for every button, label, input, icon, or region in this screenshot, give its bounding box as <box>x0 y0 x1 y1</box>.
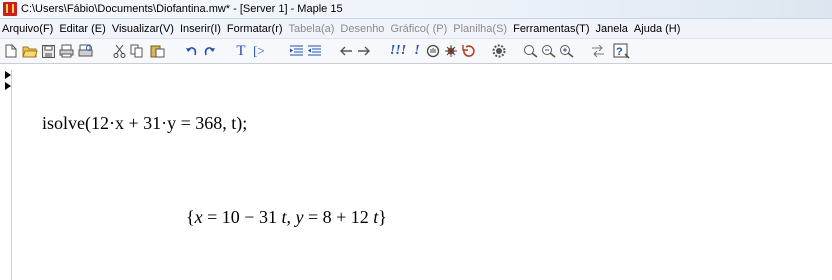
debug-icon[interactable] <box>443 43 459 59</box>
execute-all-icon[interactable]: !!! <box>388 43 408 59</box>
new-document-icon[interactable] <box>4 43 18 59</box>
forward-arrow-icon[interactable] <box>356 43 372 59</box>
menu-editar[interactable]: Editar (E) <box>56 23 108 35</box>
back-arrow-icon[interactable] <box>338 43 354 59</box>
print-preview-icon[interactable] <box>77 43 93 59</box>
svg-text:?: ? <box>616 46 623 58</box>
restart-icon[interactable] <box>461 43 477 59</box>
menu-ajuda[interactable]: Ajuda (H) <box>631 23 683 35</box>
output-open-brace: { <box>186 207 195 227</box>
window-title: C:\Users\Fábio\Documents\Diofantina.mw* … <box>21 3 343 15</box>
toggle-icon[interactable] <box>590 43 606 59</box>
toolbar: T [> !!! ! ? <box>0 39 832 64</box>
menu-arquivo[interactable]: Arquivo(F) <box>0 23 56 35</box>
copy-icon[interactable] <box>130 43 144 59</box>
text-mode-icon[interactable]: T <box>234 43 248 59</box>
zoom-150-icon[interactable] <box>540 43 556 59</box>
menu-tabela[interactable]: Tabela(a) <box>286 23 338 35</box>
output-x-eq: = 10 − 31 <box>202 207 282 227</box>
open-folder-icon[interactable] <box>22 43 38 59</box>
menu-planilha[interactable]: Planilha(S) <box>450 23 510 35</box>
menu-bar: Arquivo(F) Editar (E) Visualizar(V) Inse… <box>0 19 832 39</box>
zoom-200-icon[interactable] <box>558 43 574 59</box>
paste-icon[interactable] <box>149 43 165 59</box>
worksheet-area[interactable] <box>0 64 832 280</box>
menu-visualizar[interactable]: Visualizar(V) <box>109 23 177 35</box>
redo-icon[interactable] <box>202 43 216 59</box>
menu-grafico[interactable]: Gráfico( (P) <box>387 23 450 35</box>
stop-icon[interactable] <box>425 43 441 59</box>
output-close-brace: } <box>378 207 387 227</box>
print-icon[interactable] <box>58 43 74 59</box>
menu-inserir[interactable]: Inserir(I) <box>177 23 224 35</box>
cut-icon[interactable] <box>112 43 126 59</box>
menu-janela[interactable]: Janela <box>593 23 631 35</box>
math-output: {x = 10 − 31 t, y = 8 + 12 t} <box>186 207 387 228</box>
execution-group-bracket <box>11 70 12 280</box>
maple-app-icon[interactable] <box>3 2 17 16</box>
menu-formatar[interactable]: Formatar(r) <box>224 23 286 35</box>
output-y-eq: = 8 + 12 <box>303 207 374 227</box>
menu-desenho[interactable]: Desenho <box>337 23 387 35</box>
menu-ferramentas[interactable]: Ferramentas(T) <box>510 23 592 35</box>
output-x-var: x <box>194 207 203 227</box>
execute-icon[interactable]: ! <box>412 43 422 59</box>
settings-icon[interactable] <box>491 43 507 59</box>
math-prompt-icon[interactable]: [> <box>250 43 268 59</box>
indent-icon[interactable] <box>288 43 304 59</box>
help-icon[interactable]: ? <box>612 43 630 59</box>
save-icon[interactable] <box>41 43 55 59</box>
undo-icon[interactable] <box>184 43 198 59</box>
title-bar: C:\Users\Fábio\Documents\Diofantina.mw* … <box>0 0 832 19</box>
math-input[interactable]: isolve(12·x + 31·y = 368, t); <box>42 113 247 134</box>
zoom-100-icon[interactable] <box>522 43 538 59</box>
outdent-icon[interactable] <box>306 43 322 59</box>
